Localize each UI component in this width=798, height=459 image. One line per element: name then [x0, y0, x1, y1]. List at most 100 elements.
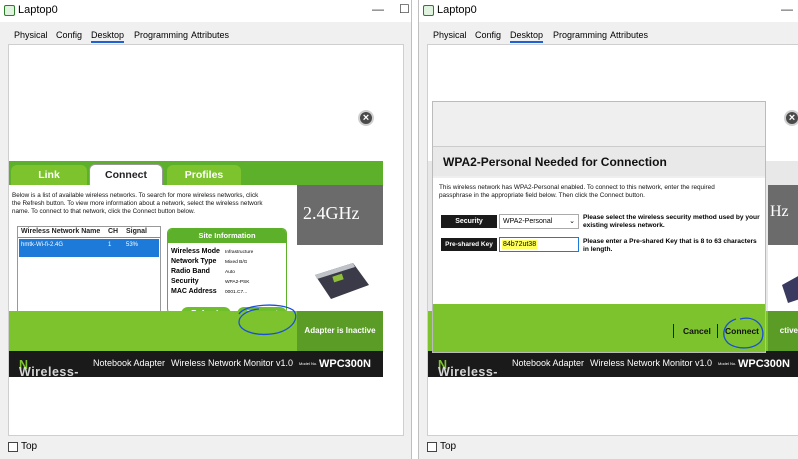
adapter-card-icon — [782, 276, 798, 303]
band-label: Hz — [770, 203, 789, 220]
tab-connect[interactable]: Connect — [89, 164, 163, 185]
security-select[interactable]: WPA2-Personal ⌄ — [499, 214, 579, 229]
dialog-heading-band: WPA2-Personal Needed for Connection — [433, 146, 765, 176]
window-title: Laptop0 — [18, 4, 58, 16]
site-info-row: Wireless Mode Infrastructure — [171, 247, 253, 257]
tab-config[interactable]: Config — [56, 30, 82, 40]
desktop-area: × Link Information Connect Profiles Belo… — [8, 44, 404, 436]
description-line: This wireless network has WPA2-Personal … — [439, 184, 715, 191]
app-icon — [423, 5, 434, 16]
site-info-value: Infrastructure — [225, 250, 254, 255]
adapter-card-icon — [315, 263, 369, 299]
monitor-footer: Wireless- N Notebook Adapter Wireless Net… — [428, 351, 798, 377]
minimize-button[interactable]: — — [781, 2, 793, 16]
wpa2-dialog: WPA2-Personal Needed for Connection This… — [432, 101, 766, 353]
site-info-row: Network Type Mixed B/G — [171, 257, 253, 267]
title-bar: Laptop0 — ☐ — [0, 0, 411, 22]
brand-logo: Wireless- N — [19, 358, 78, 377]
site-info-row: Security WPA2-PSK — [171, 277, 253, 287]
chevron-down-icon: ⌄ — [569, 218, 575, 225]
tab-physical[interactable]: Physical — [433, 30, 467, 40]
cancel-button[interactable]: Cancel — [683, 326, 711, 336]
app-icon — [4, 5, 15, 16]
network-channel: 1 — [108, 242, 112, 248]
band-label: 2.4GHz — [303, 203, 360, 223]
title-bar: Laptop0 — — [419, 0, 798, 22]
footer-model-label: Model No. — [299, 361, 318, 366]
site-info-label: Network Type — [171, 258, 217, 265]
column-signal: Signal — [126, 228, 148, 235]
tab-attributes[interactable]: Attributes — [191, 30, 229, 40]
footer-model: WPC300N — [738, 358, 790, 370]
brand-text: Wireless- — [19, 365, 79, 377]
network-row-selected[interactable]: hmtk-Wi-fi-2.4G 1 53% — [19, 239, 159, 257]
column-network-name: Wireless Network Name — [21, 228, 101, 235]
band-banner: Hz — [768, 185, 798, 245]
annotation-circle-icon — [723, 317, 764, 349]
hint-line: Please enter a Pre-shared Key that is 8 … — [583, 238, 757, 245]
window-title: Laptop0 — [437, 4, 477, 16]
key-hint: Please enter a Pre-shared Key that is 8 … — [583, 238, 757, 254]
top-label: Top — [21, 441, 38, 452]
dialog-description: This wireless network has WPA2-Personal … — [439, 184, 715, 200]
network-signal: 53% — [126, 242, 139, 248]
column-channel: CH — [108, 228, 119, 235]
tab-programming[interactable]: Programming — [134, 30, 188, 40]
tab-desktop[interactable]: Desktop — [510, 30, 544, 43]
window-footer: Top — [0, 437, 411, 459]
dialog-action-band: Cancel Connect — [433, 304, 765, 352]
hint-line: in length. — [583, 246, 613, 253]
tab-profiles[interactable]: Profiles — [167, 165, 241, 185]
site-info-value: 0001.C7... — [225, 290, 248, 295]
tab-programming[interactable]: Programming — [553, 30, 607, 40]
site-info-label: MAC Address — [171, 288, 217, 295]
site-info-label: Security — [171, 278, 199, 285]
footer-model-label: Model No. — [718, 361, 737, 366]
description-line: the Refresh button. To view more informa… — [12, 200, 263, 207]
pre-shared-key-input[interactable]: 84b72ut38 — [499, 237, 579, 252]
description-line: Below is a list of available wireless ne… — [12, 192, 259, 199]
close-icon[interactable]: × — [784, 110, 798, 126]
maximize-button[interactable]: ☐ — [399, 2, 410, 16]
annotation-circle-icon — [238, 304, 297, 336]
monitor-header — [9, 101, 383, 161]
monitor-footer: Wireless- N Notebook Adapter Wireless Net… — [9, 351, 383, 377]
window-footer: Top — [419, 437, 798, 459]
tab-physical[interactable]: Physical — [14, 30, 48, 40]
dialog-heading: WPA2-Personal Needed for Connection — [443, 155, 667, 169]
right-window: Laptop0 — Physical Config Desktop Progra… — [418, 0, 798, 459]
dialog-body: This wireless network has WPA2-Personal … — [433, 178, 765, 304]
tab-config[interactable]: Config — [475, 30, 501, 40]
site-info-row: Radio Band Auto — [171, 267, 253, 277]
site-info-label: Wireless Mode — [171, 248, 220, 255]
key-label: Pre-shared Key — [441, 238, 497, 251]
divider — [673, 324, 674, 338]
site-info-row: MAC Address 0001.C7... — [171, 287, 253, 297]
description-line: name. To connect to that network, click … — [12, 208, 195, 215]
adapter-status: ctive — [768, 311, 798, 351]
connect-pane: Below is a list of available wireless ne… — [9, 185, 297, 321]
site-information-title: Site Information — [168, 229, 286, 243]
security-hint: Please select the wireless security meth… — [583, 214, 760, 230]
left-window: Laptop0 — ☐ Physical Config Desktop Prog… — [0, 0, 412, 459]
site-info-value: Auto — [225, 270, 235, 275]
site-info-value: WPA2-PSK — [225, 280, 250, 285]
site-info-value: Mixed B/G — [225, 260, 248, 265]
hint-line: Please select the wireless security meth… — [583, 214, 760, 221]
minimize-button[interactable]: — — [372, 2, 384, 16]
network-name: hmtk-Wi-fi-2.4G — [21, 242, 63, 248]
top-checkbox[interactable] — [8, 442, 18, 452]
top-checkbox[interactable] — [427, 442, 437, 452]
footer-model: WPC300N — [319, 358, 371, 370]
security-label: Security — [441, 215, 497, 228]
key-value: 84b72ut38 — [502, 240, 538, 249]
close-icon[interactable]: × — [358, 110, 374, 126]
description-line: passphrase in the appropriate field belo… — [439, 192, 645, 199]
wireless-monitor: × Link Information Connect Profiles Belo… — [9, 101, 383, 377]
band-banner: 2.4GHz — [297, 185, 383, 245]
tab-attributes[interactable]: Attributes — [610, 30, 648, 40]
footer-adapter: Notebook Adapter — [93, 358, 166, 368]
desktop-area: × Hz ctive Wireless- N Notebook Adapter W… — [427, 44, 798, 436]
tab-desktop[interactable]: Desktop — [91, 30, 125, 43]
security-value: WPA2-Personal — [503, 218, 553, 225]
